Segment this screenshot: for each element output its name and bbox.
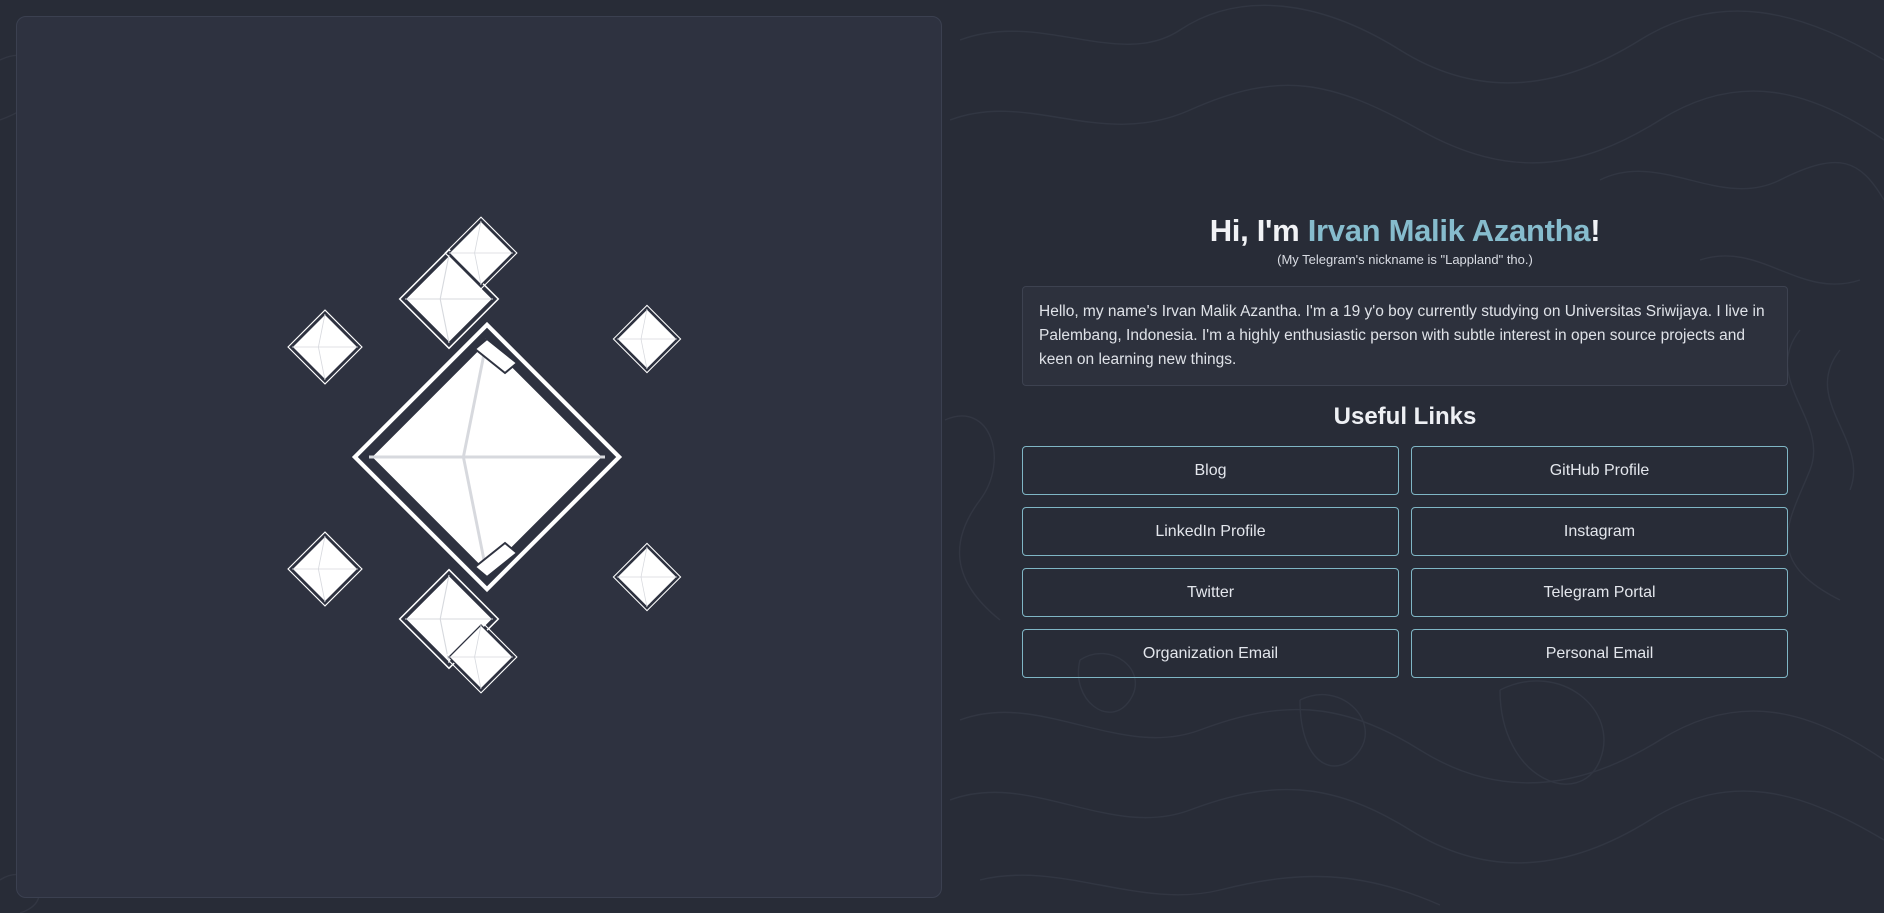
page-title: Hi, I'm Irvan Malik Azantha! [1022, 210, 1788, 252]
hero-name: Irvan Malik Azantha [1307, 213, 1591, 248]
organization-email-link-button[interactable]: Organization Email [1022, 629, 1399, 678]
telegram-portal-link-button[interactable]: Telegram Portal [1411, 568, 1788, 617]
linkedin-profile-link-button[interactable]: LinkedIn Profile [1022, 507, 1399, 556]
twitter-link-button[interactable]: Twitter [1022, 568, 1399, 617]
personal-email-link-button[interactable]: Personal Email [1411, 629, 1788, 678]
diamond-small [287, 531, 363, 607]
github-profile-link-button[interactable]: GitHub Profile [1411, 446, 1788, 495]
page: Hi, I'm Irvan Malik Azantha! (My Telegra… [0, 0, 1884, 913]
diamond-large [355, 325, 619, 589]
diamond-small [612, 542, 682, 612]
blog-link-button[interactable]: Blog [1022, 446, 1399, 495]
greeting-text: Hi, I'm [1209, 213, 1308, 248]
diamond-small [287, 309, 363, 385]
subtitle: (My Telegram's nickname is "Lappland" th… [1277, 252, 1533, 267]
diamond-small [612, 304, 682, 374]
links-heading: Useful Links [1333, 403, 1477, 430]
exclaim-text: ! [1590, 213, 1601, 248]
instagram-link-button[interactable]: Instagram [1411, 507, 1788, 556]
bio-card: Hello, my name's Irvan Malik Azantha. I'… [1022, 286, 1788, 386]
intro-section: Hi, I'm Irvan Malik Azantha! (My Telegra… [1022, 210, 1788, 678]
diamond-illustration [287, 216, 682, 694]
illustration-panel [16, 16, 942, 898]
links-grid: Blog GitHub Profile LinkedIn Profile Ins… [1022, 446, 1788, 678]
